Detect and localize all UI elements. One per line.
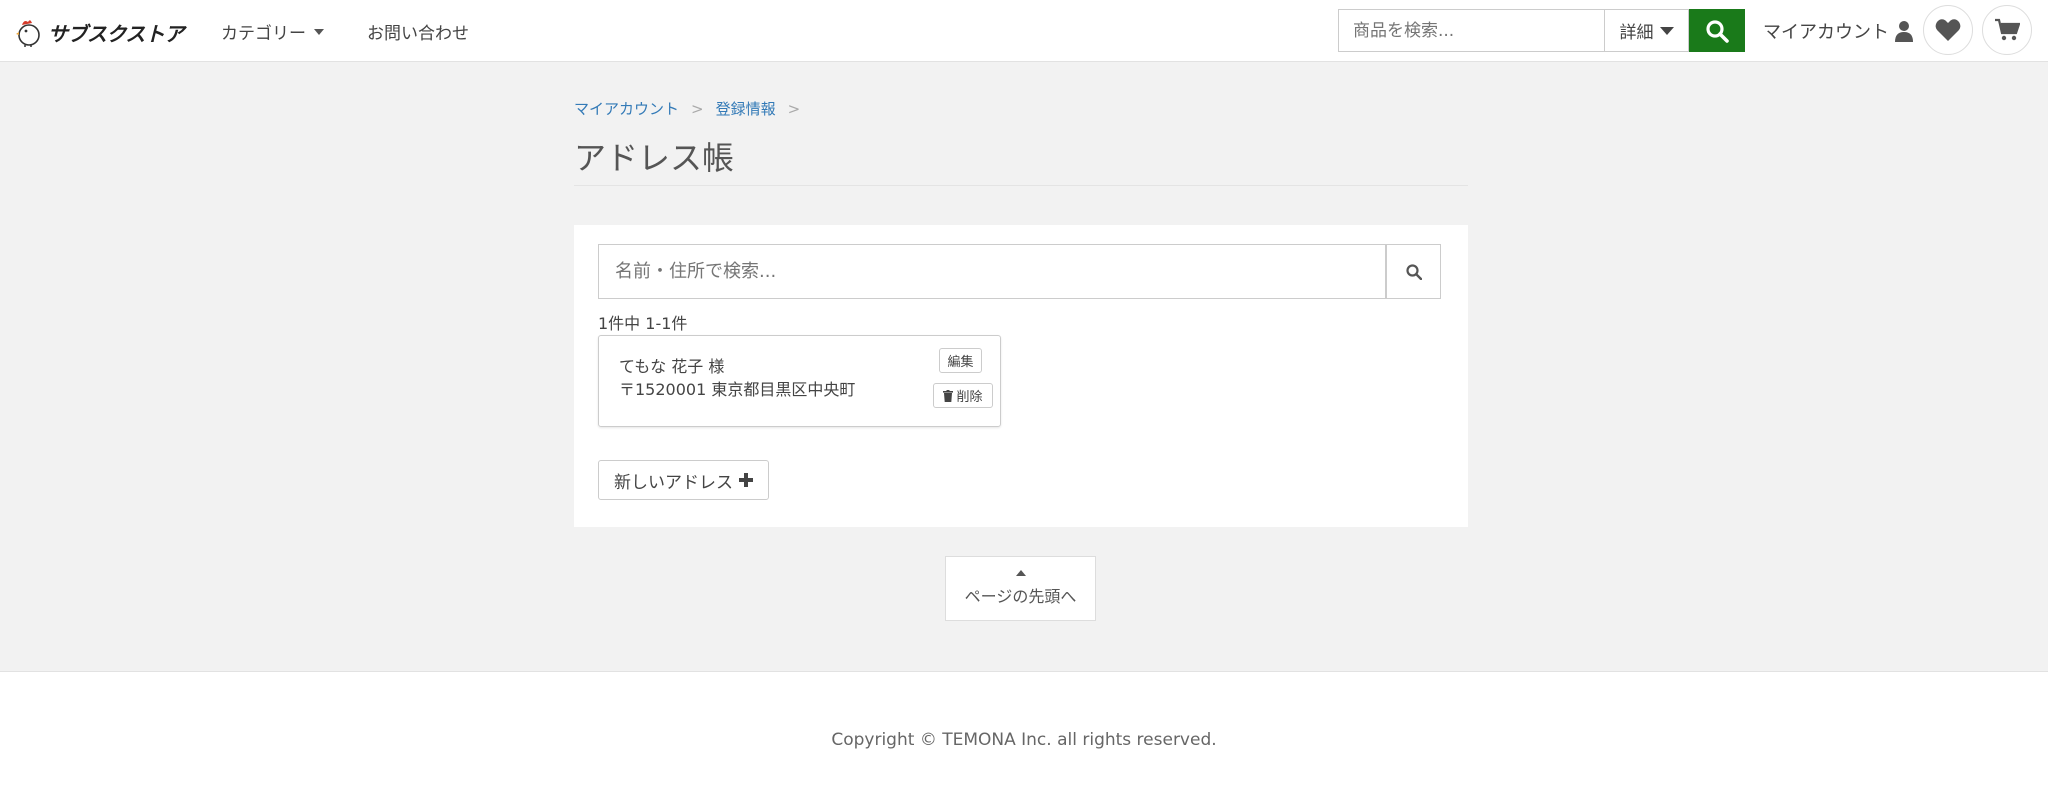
cart-button[interactable] — [1982, 5, 2032, 55]
page-top-button[interactable]: ページの先頭へ — [945, 556, 1096, 621]
site-logo[interactable]: サブスクストア — [16, 16, 184, 48]
product-search-input[interactable] — [1338, 9, 1604, 52]
search-detail-dropdown[interactable]: 詳細 — [1604, 9, 1689, 52]
address-search-button[interactable] — [1386, 244, 1441, 299]
myaccount-link[interactable]: マイアカウント — [1763, 18, 1913, 44]
address-search-input[interactable] — [598, 244, 1386, 299]
site-header: サブスクストア カテゴリー お問い合わせ 詳細 マイアカウント — [0, 0, 2048, 62]
logo-text: サブスクストア — [48, 21, 184, 46]
plus-icon — [739, 473, 753, 487]
cart-icon — [1995, 18, 2020, 41]
address-book-panel: 1件中 1-1件 てもな 花子 様 〒1520001 東京都目黒区中央町 編集 … — [574, 225, 1468, 527]
chicken-logo-icon — [16, 20, 40, 47]
favorites-button[interactable] — [1923, 5, 1973, 55]
caret-down-icon — [1659, 26, 1674, 35]
page-top-label: ページの先頭へ — [964, 587, 1077, 606]
delete-label: 削除 — [956, 390, 983, 405]
address-line: 〒1520001 東京都目黒区中央町 — [619, 380, 856, 399]
heart-icon — [1935, 19, 1961, 41]
breadcrumb-separator: > — [787, 99, 801, 118]
address-name: てもな 花子 様 — [619, 357, 725, 376]
site-footer: Copyright © TEMONA Inc. all rights reser… — [0, 671, 2048, 794]
address-card: てもな 花子 様 〒1520001 東京都目黒区中央町 編集 削除 — [598, 335, 1001, 427]
result-count: 1件中 1-1件 — [598, 314, 688, 333]
edit-label: 編集 — [947, 355, 974, 370]
new-address-label: 新しいアドレス — [614, 472, 733, 493]
product-search-button[interactable] — [1689, 9, 1745, 52]
user-icon — [1895, 21, 1913, 42]
search-icon — [1405, 263, 1422, 280]
breadcrumb-separator: > — [691, 99, 704, 118]
nav-contact-label: お問い合わせ — [367, 24, 469, 44]
new-address-button[interactable]: 新しいアドレス — [598, 460, 769, 500]
title-divider — [574, 185, 1468, 186]
breadcrumb-myaccount[interactable]: マイアカウント — [574, 98, 679, 119]
trash-icon — [943, 389, 954, 402]
copyright-text: Copyright © TEMONA Inc. all rights reser… — [831, 730, 1217, 750]
edit-address-button[interactable]: 編集 — [939, 348, 982, 373]
breadcrumb: マイアカウント > 登録情報 > — [574, 98, 812, 119]
search-icon — [1706, 19, 1729, 43]
search-detail-label: 詳細 — [1619, 23, 1654, 43]
nav-category-label: カテゴリー — [221, 24, 306, 44]
nav-contact-link[interactable]: お問い合わせ — [367, 19, 469, 44]
myaccount-label: マイアカウント — [1763, 22, 1889, 43]
page-title: アドレス帳 — [574, 139, 735, 177]
nav-category-dropdown[interactable]: カテゴリー — [221, 19, 324, 44]
breadcrumb-registration[interactable]: 登録情報 — [716, 98, 776, 119]
caret-up-icon — [1015, 570, 1026, 576]
delete-address-button[interactable]: 削除 — [933, 383, 993, 408]
caret-down-icon — [314, 28, 324, 35]
